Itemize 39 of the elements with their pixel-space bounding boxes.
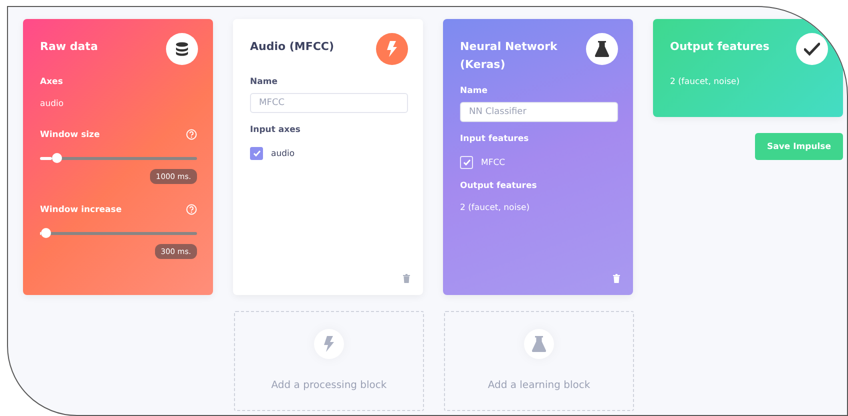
- lightning-icon: [386, 41, 398, 57]
- field-label: Name: [250, 77, 278, 87]
- flask-icon: [532, 336, 546, 352]
- block-title: Neural Network (Keras): [460, 39, 558, 73]
- trash-icon[interactable]: [613, 274, 620, 283]
- trash-icon[interactable]: [403, 274, 410, 283]
- database-icon: [174, 41, 190, 57]
- checkbox-label: MFCC: [481, 158, 506, 168]
- add-block-tile[interactable]: Add a learning block: [444, 311, 634, 411]
- value-text: 2 (faucet, noise): [670, 77, 741, 87]
- add-block-label: Add a learning block: [488, 380, 590, 391]
- check-icon: [252, 150, 260, 157]
- checkbox[interactable]: [250, 147, 263, 160]
- value-text: 2 (faucet, noise): [460, 203, 531, 213]
- value-text: audio: [40, 99, 65, 109]
- checkbox-label: audio: [271, 148, 295, 158]
- check-icon: [462, 159, 470, 166]
- block-title: Audio (MFCC): [250, 39, 334, 55]
- block-title: Raw data: [40, 39, 98, 55]
- slider-label: Window increase: [40, 204, 122, 214]
- add-block-tile[interactable]: Add a processing block: [234, 311, 424, 411]
- name-field[interactable]: NN Classifier: [460, 102, 618, 122]
- field-label: Output features: [460, 181, 538, 191]
- field-label: Input axes: [250, 125, 302, 135]
- add-block-label: Add a processing block: [271, 380, 387, 391]
- field-label: Input features: [460, 134, 530, 144]
- block-title: Output features: [670, 39, 770, 55]
- field-label: Name: [460, 86, 488, 96]
- help-icon[interactable]: [186, 204, 197, 215]
- flask-icon: [595, 41, 609, 57]
- help-icon[interactable]: [186, 129, 197, 140]
- field-label: Axes: [40, 77, 64, 87]
- slider-thumb[interactable]: [41, 228, 52, 238]
- slider-label: Window size: [40, 130, 100, 140]
- name-field[interactable]: MFCC: [250, 93, 408, 113]
- save-impulse-button[interactable]: Save Impulse: [755, 133, 843, 160]
- slider-thumb[interactable]: [52, 153, 62, 163]
- lightning-icon: [323, 336, 335, 352]
- check-icon: [804, 42, 820, 56]
